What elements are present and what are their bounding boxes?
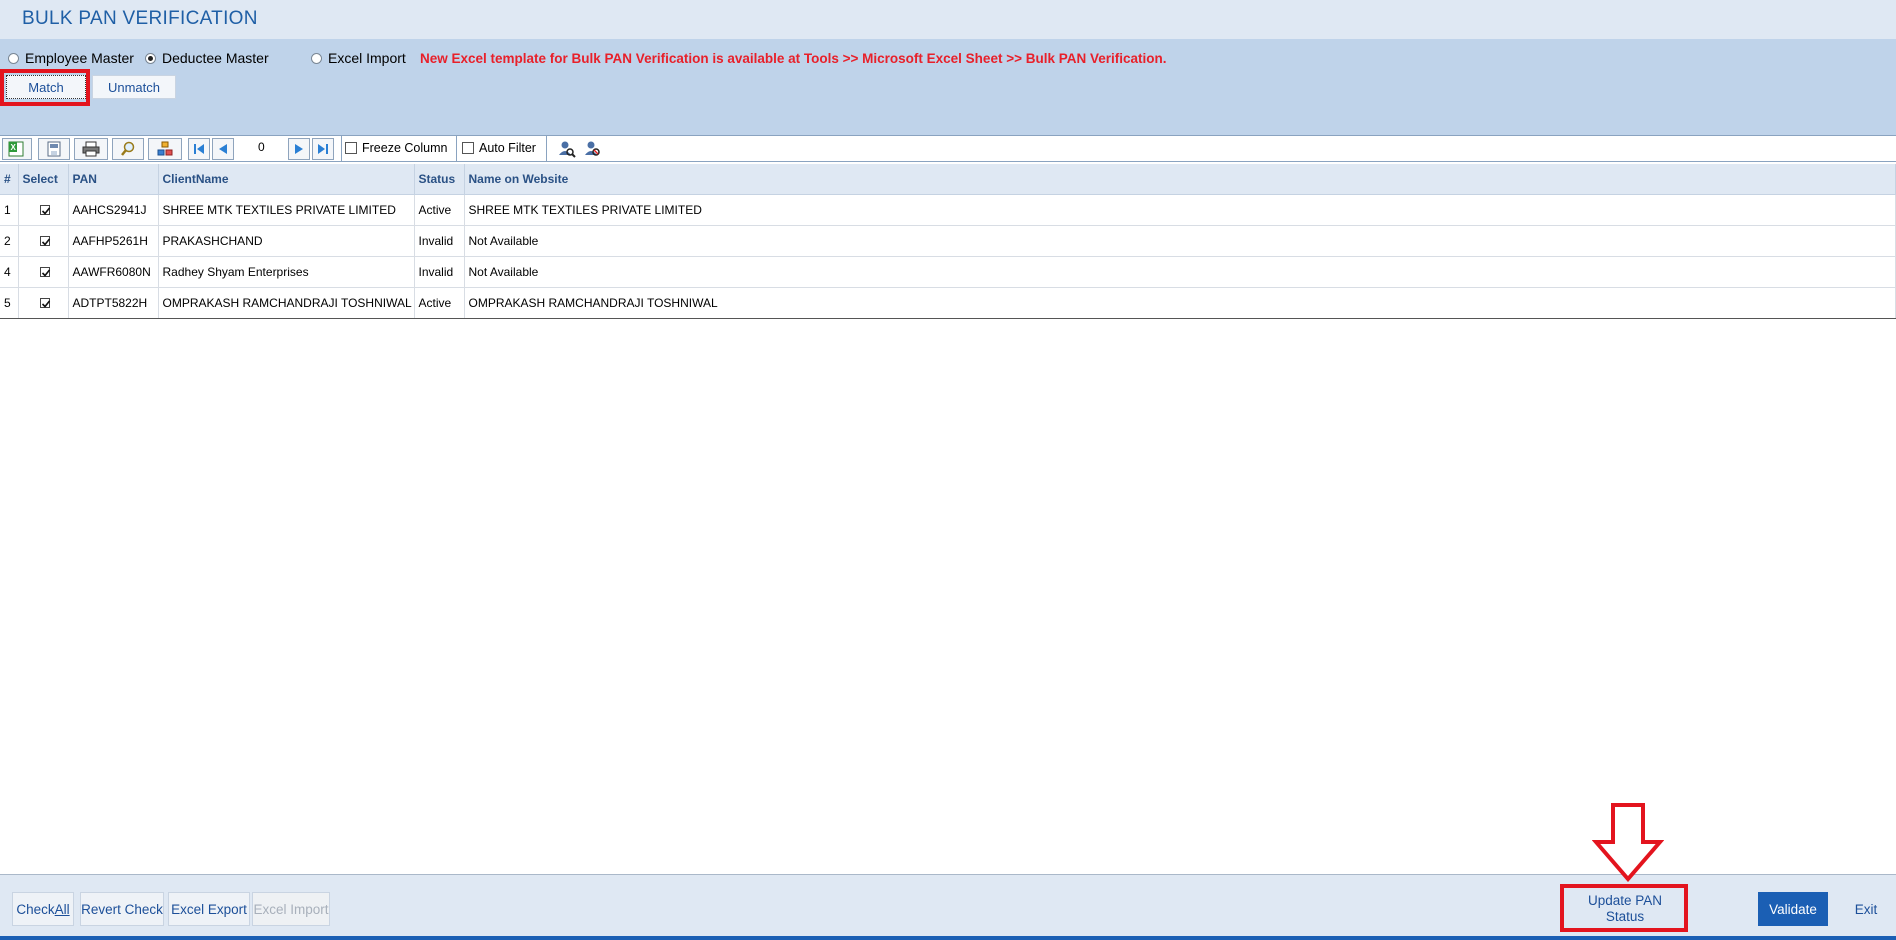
clientname-cell: PRAKASHCHAND xyxy=(158,225,415,257)
freeze-column-checkbox[interactable]: Freeze Column xyxy=(345,141,447,155)
pan-cell: AAFHP5261H xyxy=(68,225,159,257)
first-page-icon[interactable] xyxy=(188,138,210,160)
row-number: 1 xyxy=(0,194,19,226)
save-icon[interactable] xyxy=(38,138,70,160)
status-cell: Invalid xyxy=(414,256,465,288)
pan-table: # Select PAN ClientName Status Name on W… xyxy=(0,164,1896,319)
checkbox-icon xyxy=(345,142,357,154)
radio-deductee-master[interactable]: Deductee Master xyxy=(145,50,269,66)
grid-toolbar: X 0 Freeze Column Auto Filter xyxy=(0,135,1896,162)
template-notice: New Excel template for Bulk PAN Verifica… xyxy=(420,51,1167,66)
pan-cell: ADTPT5822H xyxy=(68,287,159,319)
down-arrow-annotation-icon xyxy=(1592,803,1664,882)
status-cell: Active xyxy=(414,194,465,226)
validate-button[interactable]: Validate xyxy=(1758,892,1828,926)
radio-excel-import[interactable]: Excel Import xyxy=(311,50,406,66)
website-name-cell: SHREE MTK TEXTILES PRIVATE LIMITED xyxy=(464,194,1896,226)
column-header-pan[interactable]: PAN xyxy=(68,164,159,195)
row-select-checkbox[interactable] xyxy=(18,194,69,226)
radio-employee-master[interactable]: Employee Master xyxy=(8,50,134,66)
checkbox-icon xyxy=(462,142,474,154)
previous-page-icon[interactable] xyxy=(212,138,234,160)
search-user-icon[interactable] xyxy=(558,140,576,161)
table-header-row: # Select PAN ClientName Status Name on W… xyxy=(0,164,1896,195)
row-number: 2 xyxy=(0,225,19,257)
pan-cell: AAWFR6080N xyxy=(68,256,159,288)
table-row[interactable]: 5 ADTPT5822H OMPRAKASH RAMCHANDRAJI TOSH… xyxy=(0,287,1896,319)
revert-check-button[interactable]: Revert Check xyxy=(80,892,164,926)
pan-verification-grid: # Select PAN ClientName Status Name on W… xyxy=(0,164,1896,319)
title-bar: BULK PAN VERIFICATION xyxy=(0,0,1896,39)
clientname-cell: SHREE MTK TEXTILES PRIVATE LIMITED xyxy=(158,194,415,226)
clientname-cell: Radhey Shyam Enterprises xyxy=(158,256,415,288)
svg-text:X: X xyxy=(11,143,17,152)
last-page-icon[interactable] xyxy=(312,138,334,160)
match-highlight-box xyxy=(0,69,90,106)
group-icon[interactable] xyxy=(148,138,182,160)
column-header-name-on-website[interactable]: Name on Website xyxy=(464,164,1896,195)
update-pan-highlight-box xyxy=(1560,884,1688,932)
website-name-cell: Not Available xyxy=(464,256,1896,288)
clientname-cell: OMPRAKASH RAMCHANDRAJI TOSHNIWAL xyxy=(158,287,415,319)
toolbar-separator xyxy=(546,136,547,162)
column-header-clientname[interactable]: ClientName xyxy=(158,164,415,195)
row-number: 4 xyxy=(0,256,19,288)
footer-accent-strip xyxy=(0,936,1896,940)
pan-cell: AAHCS2941J xyxy=(68,194,159,226)
check-all-button[interactable]: Check All xyxy=(12,892,74,926)
status-cell: Invalid xyxy=(414,225,465,257)
radio-selected-icon xyxy=(145,52,156,64)
next-page-icon[interactable] xyxy=(288,138,310,160)
status-cell: Active xyxy=(414,287,465,319)
toolbar-separator xyxy=(341,136,342,162)
table-row[interactable]: 1 AAHCS2941J SHREE MTK TEXTILES PRIVATE … xyxy=(0,194,1896,226)
row-select-checkbox[interactable] xyxy=(18,287,69,319)
website-name-cell: Not Available xyxy=(464,225,1896,257)
exit-button[interactable]: Exit xyxy=(1838,892,1894,926)
toolbar-separator xyxy=(456,136,457,162)
website-name-cell: OMPRAKASH RAMCHANDRAJI TOSHNIWAL xyxy=(464,287,1896,319)
grid-bottom-border xyxy=(0,318,1896,319)
table-row[interactable]: 4 AAWFR6080N Radhey Shyam Enterprises In… xyxy=(0,256,1896,288)
column-header-select[interactable]: Select xyxy=(18,164,69,195)
page-title: BULK PAN VERIFICATION xyxy=(22,8,258,29)
column-header-num[interactable]: # xyxy=(0,164,19,195)
record-counter: 0 xyxy=(258,140,265,154)
radio-icon xyxy=(311,52,322,64)
excel-export-icon[interactable]: X xyxy=(2,138,32,160)
unmatch-button[interactable]: Unmatch xyxy=(92,75,176,99)
row-select-checkbox[interactable] xyxy=(18,225,69,257)
find-icon[interactable] xyxy=(112,138,144,160)
table-row[interactable]: 2 AAFHP5261H PRAKASHCHAND Invalid Not Av… xyxy=(0,225,1896,257)
radio-icon xyxy=(8,52,19,64)
excel-import-button: Excel Import xyxy=(252,892,330,926)
column-header-status[interactable]: Status xyxy=(414,164,465,195)
row-number: 5 xyxy=(0,287,19,319)
row-select-checkbox[interactable] xyxy=(18,256,69,288)
excel-export-button[interactable]: Excel Export xyxy=(168,892,250,926)
auto-filter-checkbox[interactable]: Auto Filter xyxy=(462,141,536,155)
print-icon[interactable] xyxy=(74,138,108,160)
clear-search-icon[interactable] xyxy=(584,140,602,161)
